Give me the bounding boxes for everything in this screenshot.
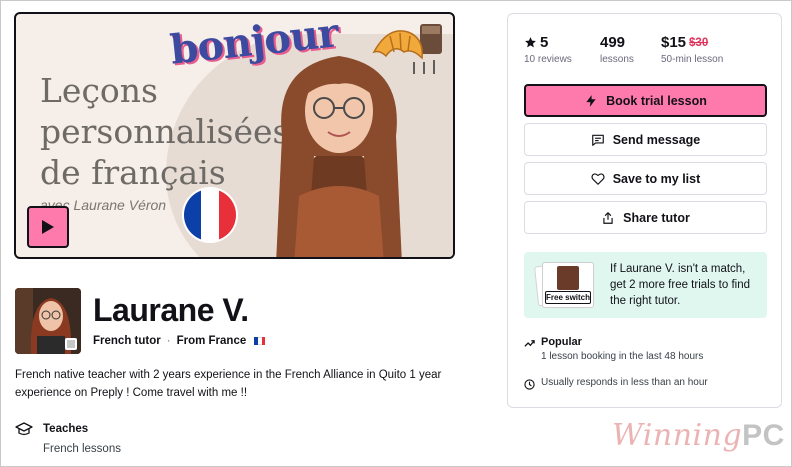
lightning-icon bbox=[586, 94, 596, 107]
tutor-meta: French tutor · From France bbox=[93, 335, 266, 347]
star-icon bbox=[525, 37, 536, 48]
tutor-bio: French native teacher with 2 years exper… bbox=[15, 369, 442, 399]
share-tutor-label: Share tutor bbox=[623, 210, 690, 225]
status-badge bbox=[65, 338, 77, 350]
rating-stat[interactable]: 5 10 reviews bbox=[524, 34, 600, 65]
booking-card: 5 10 reviews 499 lessons $15 $30 50-min … bbox=[507, 13, 782, 408]
teaches-value: French lessons bbox=[43, 443, 121, 455]
free-switch-text: If Laurane V. isn't a match, get 2 more … bbox=[610, 263, 750, 307]
heart-icon bbox=[591, 172, 605, 185]
tutor-video-figure bbox=[276, 56, 402, 257]
reviews-count: 10 reviews bbox=[524, 54, 572, 65]
watermark-part1: Winning bbox=[612, 418, 743, 453]
lessons-stat: 499 lessons bbox=[600, 34, 637, 65]
promo-card: Free switch bbox=[542, 262, 594, 308]
book-trial-label: Book trial lesson bbox=[606, 93, 707, 108]
clock-icon bbox=[524, 379, 535, 390]
save-to-list-button[interactable]: Save to my list bbox=[524, 162, 767, 195]
france-flag-icon bbox=[184, 189, 236, 241]
meta-separator: · bbox=[166, 335, 171, 347]
play-icon bbox=[42, 220, 54, 234]
teaches-label: Teaches bbox=[43, 423, 89, 435]
price-stat: $15 $30 50-min lesson bbox=[661, 34, 723, 65]
tutor-role: French tutor bbox=[93, 335, 161, 347]
popular-title: Popular bbox=[541, 336, 582, 348]
play-button[interactable] bbox=[27, 206, 69, 248]
message-icon bbox=[591, 134, 604, 146]
lessons-label: lessons bbox=[600, 54, 634, 65]
popular-subtitle: 1 lesson booking in the last 48 hours bbox=[541, 351, 704, 362]
rating-value: 5 bbox=[540, 34, 549, 51]
response-info: Usually responds in less than an hour bbox=[524, 377, 708, 390]
price-value: $15 bbox=[661, 34, 687, 51]
send-message-button[interactable]: Send message bbox=[524, 123, 767, 156]
lessons-value: 499 bbox=[600, 34, 626, 51]
free-switch-tag: Free switch bbox=[545, 291, 591, 304]
trend-up-icon bbox=[524, 340, 535, 347]
graduation-cap-icon bbox=[15, 422, 33, 436]
tutor-stats: 5 10 reviews 499 lessons $15 $30 50-min … bbox=[524, 34, 723, 65]
old-price: $30 bbox=[689, 36, 709, 49]
tutor-origin: From France bbox=[176, 335, 247, 347]
tutor-avatar[interactable] bbox=[15, 288, 81, 354]
france-flag-icon bbox=[254, 337, 266, 345]
share-tutor-button[interactable]: Share tutor bbox=[524, 201, 767, 234]
response-time: Usually responds in less than an hour bbox=[541, 377, 708, 388]
intro-video[interactable]: Leçons personnalisées de français avec L… bbox=[14, 12, 455, 259]
watermark: WinningPC bbox=[612, 418, 785, 453]
tutor-name: Laurane V. bbox=[93, 292, 249, 328]
book-trial-button[interactable]: Book trial lesson bbox=[524, 84, 767, 117]
watermark-part2: PC bbox=[742, 419, 785, 452]
price-label: 50-min lesson bbox=[661, 54, 724, 65]
share-icon bbox=[603, 211, 613, 224]
free-switch-banner: Free switch If Laurane V. isn't a match,… bbox=[524, 252, 767, 318]
promo-photo bbox=[557, 266, 579, 290]
send-message-label: Send message bbox=[612, 132, 701, 147]
popular-info: Popular 1 lesson booking in the last 48 … bbox=[524, 336, 703, 362]
save-to-list-label: Save to my list bbox=[612, 171, 701, 186]
